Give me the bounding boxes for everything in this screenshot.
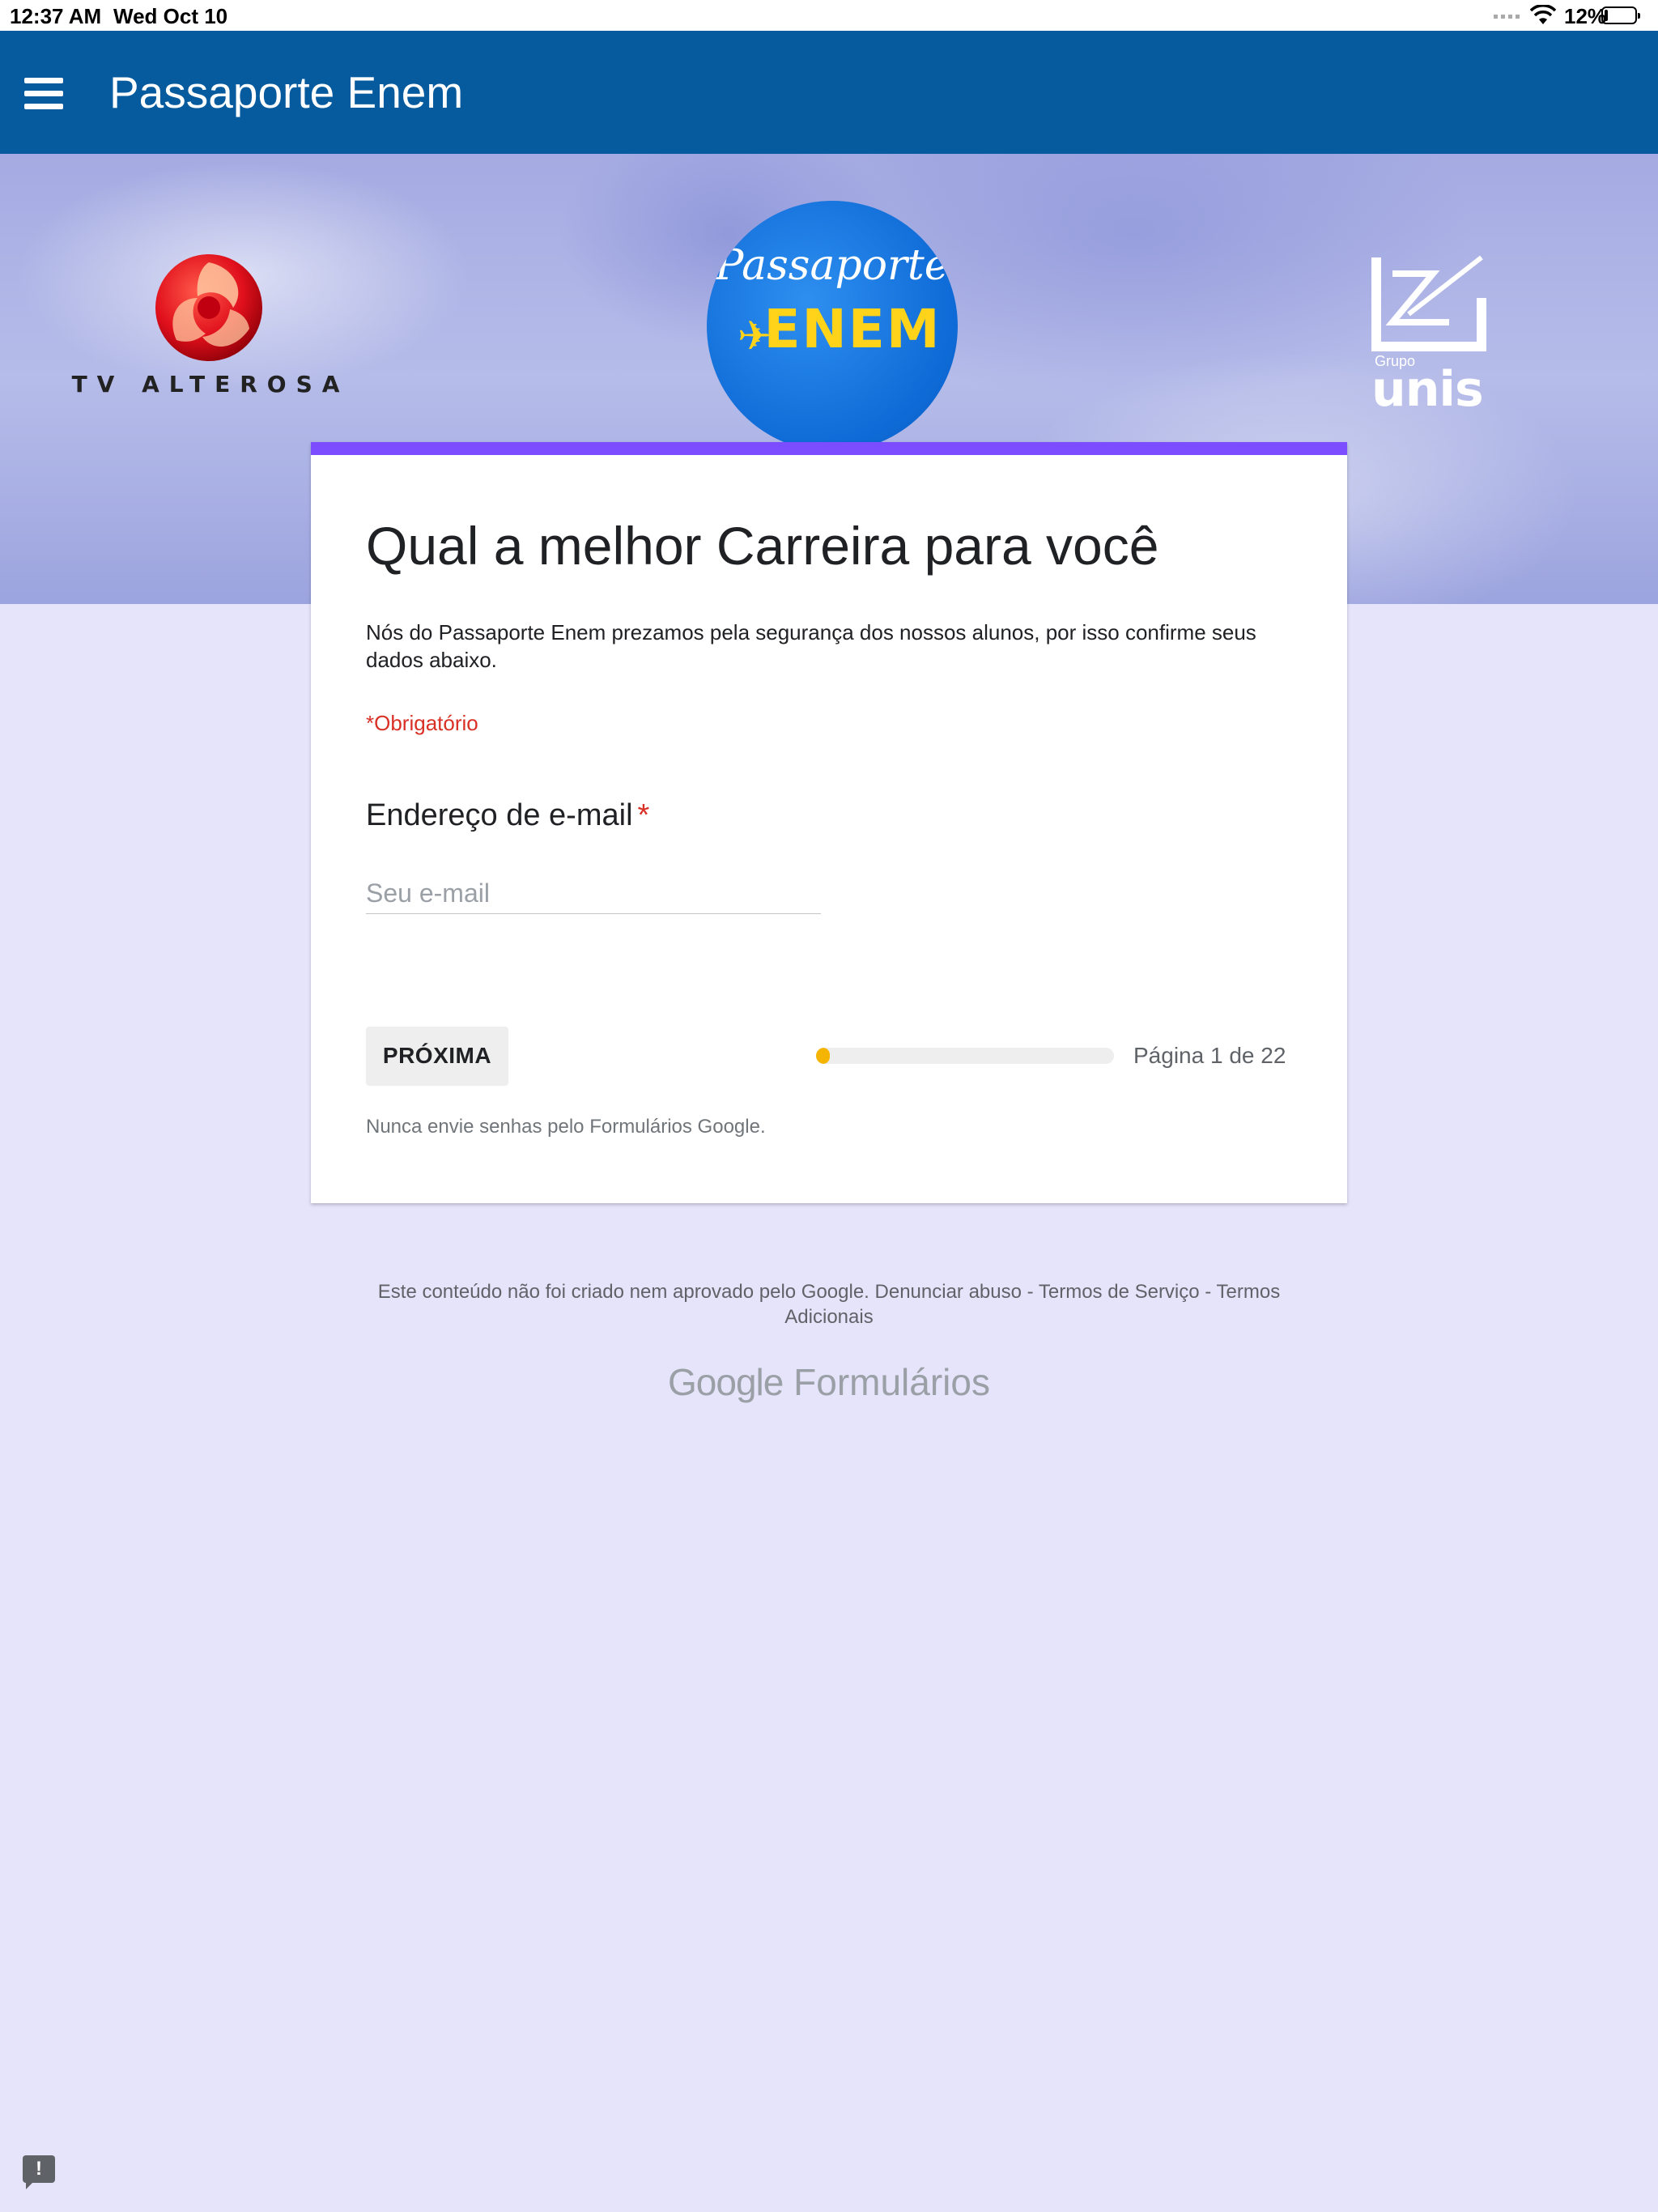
unis-emblem-icon bbox=[1371, 255, 1486, 351]
battery-icon bbox=[1601, 6, 1640, 24]
signal-icon bbox=[1494, 15, 1520, 19]
passaporte-enem-logo: Passaporte ✈ ENEM bbox=[707, 201, 958, 452]
wifi-icon bbox=[1530, 5, 1556, 24]
unis-text: unis bbox=[1371, 361, 1484, 418]
status-time: 12:37 AM bbox=[10, 4, 102, 28]
battery-percentage: 12% bbox=[1564, 4, 1607, 28]
form-title: Qual a melhor Carreira para você bbox=[366, 516, 1159, 576]
terms-of-service-link[interactable]: Termos de Serviço bbox=[1039, 1281, 1200, 1303]
footer-separator: - bbox=[1205, 1281, 1212, 1303]
footer-disclaimer: Este conteúdo não foi criado nem aprovad… bbox=[356, 1279, 1302, 1329]
page-indicator: Página 1 de 22 bbox=[1133, 1043, 1286, 1068]
report-abuse-link[interactable]: Denunciar abuso bbox=[875, 1281, 1022, 1303]
tv-alterosa-logo: TV ALTEROSA bbox=[69, 251, 352, 405]
hamburger-menu-icon[interactable] bbox=[24, 78, 65, 110]
feedback-icon[interactable]: ! bbox=[23, 2155, 55, 2189]
required-asterisk: * bbox=[637, 798, 650, 832]
status-date: Wed Oct 10 bbox=[113, 4, 228, 28]
progress-bar bbox=[816, 1048, 1114, 1064]
status-bar: 12:37 AM Wed Oct 10 12% bbox=[0, 0, 1658, 31]
brand-google: Google bbox=[668, 1361, 784, 1403]
app-title: Passaporte Enem bbox=[109, 67, 464, 117]
logo-passaporte-text: Passaporte bbox=[715, 241, 950, 290]
email-field[interactable] bbox=[366, 873, 821, 914]
password-warning: Nunca envie senhas pelo Formulários Goog… bbox=[366, 1116, 766, 1138]
app-bar: Passaporte Enem bbox=[0, 31, 1658, 154]
logo-enem-text: ENEM bbox=[763, 298, 942, 360]
required-note: *Obrigatório bbox=[366, 711, 478, 735]
alterosa-wordmark: TV ALTEROSA bbox=[71, 371, 350, 398]
form-card: Qual a melhor Carreira para você Nós do … bbox=[311, 442, 1347, 1203]
grupo-unis-logo: Grupo unis bbox=[1360, 249, 1514, 418]
next-button[interactable]: PRÓXIMA bbox=[366, 1027, 508, 1085]
brand-product: Formulários bbox=[793, 1361, 990, 1403]
form-accent-bar bbox=[311, 442, 1347, 455]
progress-fill bbox=[816, 1048, 830, 1064]
question-email-label: Endereço de e-mail * bbox=[366, 798, 649, 833]
question-title: Endereço de e-mail bbox=[366, 798, 633, 832]
alterosa-emblem-icon bbox=[155, 254, 262, 361]
google-forms-brand[interactable]: Google Formulários bbox=[0, 1360, 1658, 1404]
disclaimer-text: Este conteúdo não foi criado nem aprovad… bbox=[377, 1281, 869, 1303]
footer-separator: - bbox=[1027, 1281, 1034, 1303]
form-description: Nós do Passaporte Enem prezamos pela seg… bbox=[366, 620, 1256, 672]
